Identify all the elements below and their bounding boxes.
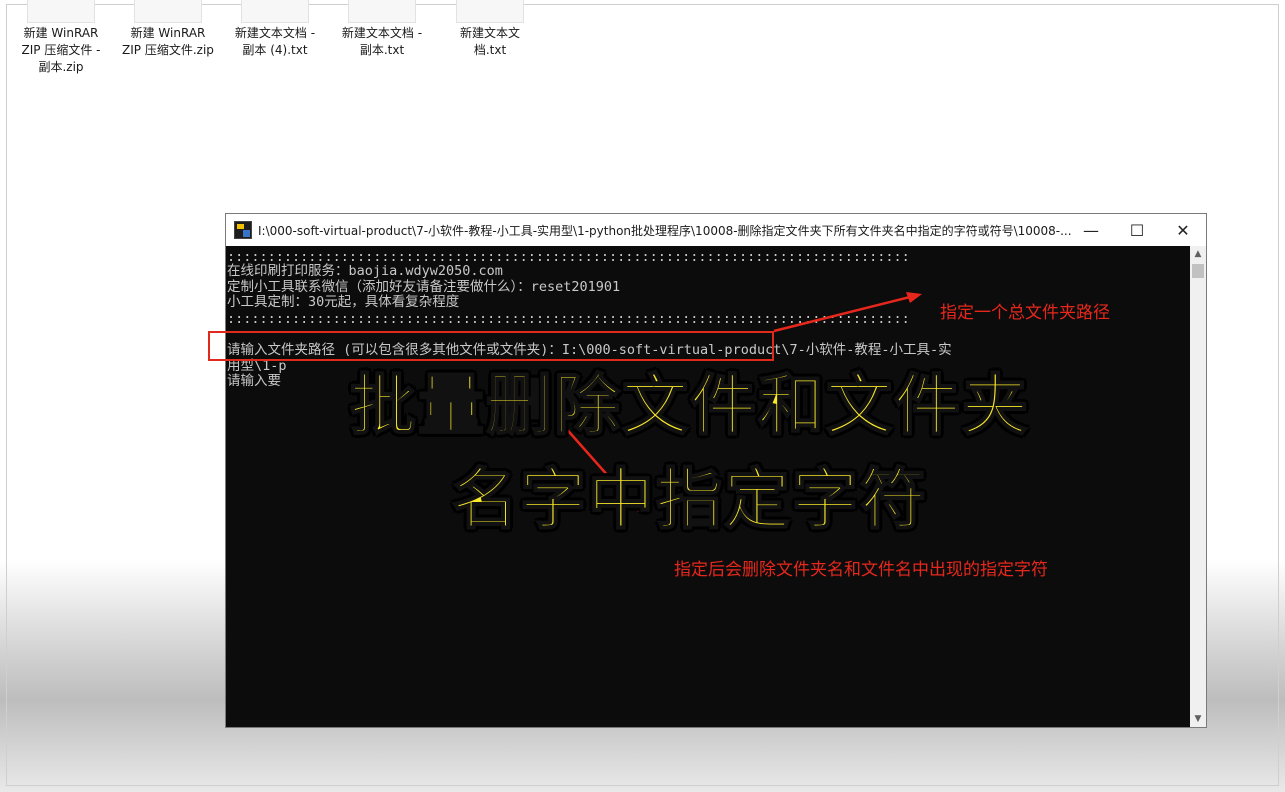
arrow-line-path bbox=[773, 295, 911, 333]
headline-line-2: 名字中指定字符 bbox=[451, 460, 928, 539]
arrow-head-path bbox=[906, 292, 922, 303]
annotation-chars: 指定后会删除文件夹名和文件名中出现的指定字符 bbox=[674, 560, 1048, 580]
annotation-path: 指定一个总文件夹路径 bbox=[940, 303, 1110, 323]
headline-line-1: 批量删除文件和文件夹 bbox=[349, 366, 1030, 445]
